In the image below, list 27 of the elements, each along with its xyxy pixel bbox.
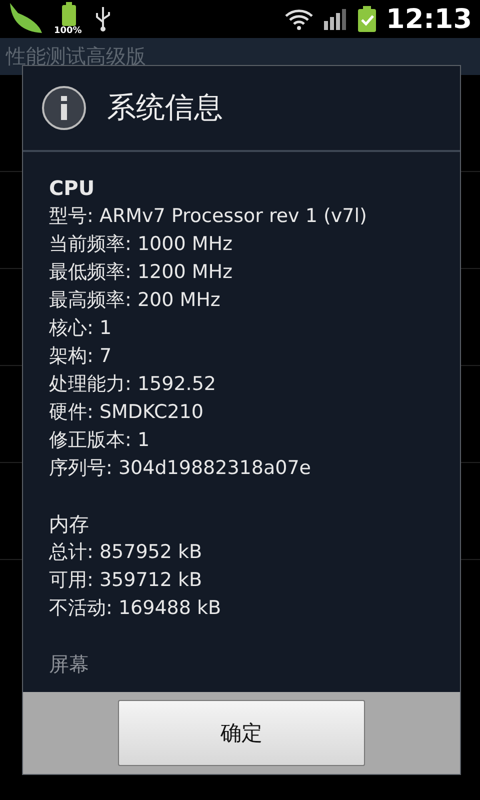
usb-icon bbox=[94, 6, 112, 32]
app-title: 性能测试高级版 bbox=[6, 43, 146, 70]
info-line: 处理能力: 1592.52 bbox=[49, 372, 218, 397]
ok-button[interactable]: 确定 bbox=[118, 700, 365, 766]
info-line: 不活动: 169488 kB bbox=[49, 596, 222, 621]
info-line: 最高频率: 200 MHz bbox=[49, 288, 222, 313]
section-title: 屏幕 bbox=[49, 651, 90, 678]
info-line: 修正版本: 1 bbox=[49, 428, 151, 453]
section-title: 内存 bbox=[49, 511, 90, 538]
info-line: 核心: 1 bbox=[49, 316, 113, 341]
battery-charged-icon bbox=[358, 6, 376, 32]
info-line: 硬件: SMDKC210 bbox=[49, 400, 204, 425]
info-line: 可用: 359712 kB bbox=[49, 568, 204, 593]
info-line: 型号: ARMv7 Processor rev 1 (v7l) bbox=[49, 204, 368, 229]
info-line: 总计: 857952 kB bbox=[49, 540, 204, 565]
dialog-title: 系统信息 bbox=[107, 89, 223, 126]
clock-time: 12:13 bbox=[386, 4, 472, 34]
info-line: 最低频率: 1200 MHz bbox=[49, 260, 234, 285]
info-line: 架构: 7 bbox=[49, 344, 113, 369]
wifi-icon bbox=[284, 7, 314, 31]
signal-icon bbox=[324, 8, 348, 30]
info-line: 当前频率: 1000 MHz bbox=[49, 232, 234, 257]
battery-icon bbox=[62, 2, 76, 26]
section-title: CPU bbox=[49, 175, 96, 202]
info-icon bbox=[41, 85, 87, 131]
info-line: 序列号: 304d19882318a07e bbox=[49, 456, 312, 481]
battery-percent: 100% bbox=[54, 26, 82, 36]
